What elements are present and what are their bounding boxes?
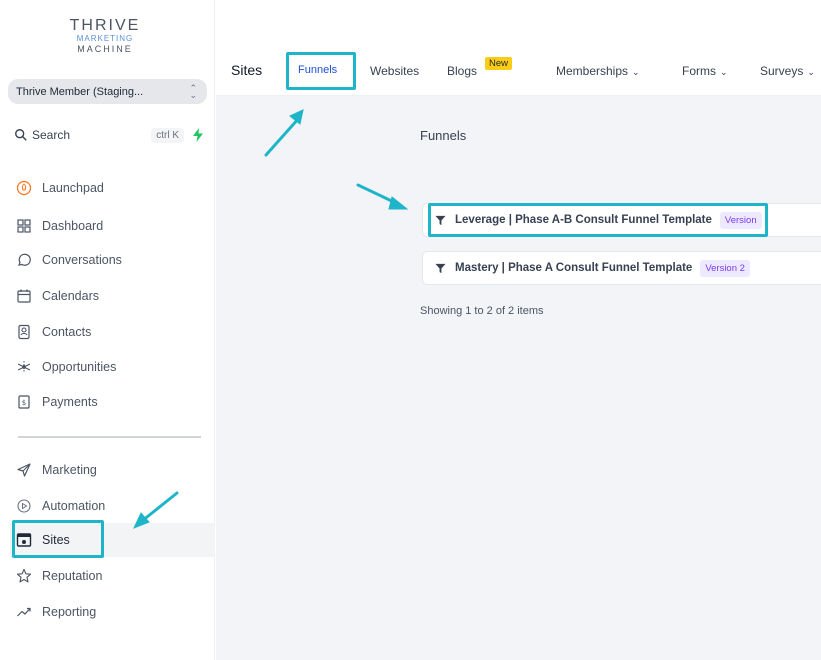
section-title-sites: Sites (231, 62, 263, 78)
sidebar-item-label: Automation (42, 499, 106, 513)
tab-label: Forms (682, 64, 716, 78)
funnel-row-highlight-box (428, 203, 768, 237)
tab-memberships[interactable]: Memberships ⌄ (556, 64, 640, 78)
calendar-icon (17, 289, 31, 303)
chat-bubble-icon (18, 253, 31, 266)
sidebar-item-reputation[interactable]: Reputation (10, 560, 210, 592)
sidebar-item-label: Launchpad (42, 181, 104, 195)
search-shortcut: ctrl K (151, 127, 184, 143)
tab-forms[interactable]: Forms ⌄ (682, 64, 728, 78)
svg-text:$: $ (22, 399, 26, 407)
dollar-doc-icon: $ (18, 395, 30, 409)
sidebar-item-opportunities[interactable]: Opportunities (10, 351, 210, 383)
updown-chevron-icon: ⌃ ⌄ (189, 82, 197, 100)
trend-line-icon (17, 607, 31, 617)
sidebar-item-reporting[interactable]: Reporting (10, 596, 210, 628)
network-icon (17, 361, 31, 373)
sidebar-item-launchpad[interactable]: Launchpad (10, 172, 210, 204)
sidebar-item-label: Calendars (42, 289, 99, 303)
funnel-row[interactable]: Mastery | Phase A Consult Funnel Templat… (422, 251, 821, 285)
rocket-icon (16, 180, 32, 196)
sites-highlight-box (12, 520, 104, 558)
send-icon (17, 463, 31, 477)
sidebar-item-label: Opportunities (42, 360, 117, 374)
tab-blogs[interactable]: Blogs (447, 64, 477, 78)
chevron-down-icon: ⌄ (720, 67, 728, 77)
sidebar-item-label: Conversations (42, 253, 122, 267)
search-label: Search (32, 128, 71, 142)
account-name: Thrive Member (Staging... (16, 85, 144, 98)
brand-line-1: THRIVE (69, 17, 141, 34)
sidebar-item-label: Contacts (42, 325, 92, 339)
chevron-down-icon: ⌄ (807, 67, 815, 77)
sidebar-item-label: Reporting (42, 605, 97, 619)
sidebar-item-automation[interactable]: Automation (10, 490, 210, 522)
sidebar-item-label: Marketing (42, 463, 97, 477)
sidebar-item-marketing[interactable]: Marketing (10, 454, 210, 486)
star-icon (16, 568, 32, 583)
sidebar-item-payments[interactable]: $ Payments (10, 386, 210, 418)
tab-websites[interactable]: Websites (370, 64, 419, 78)
brand-line-3: MACHINE (77, 44, 133, 54)
tab-label: Memberships (556, 64, 629, 78)
sidebar-item-label: Reputation (42, 569, 103, 583)
sidebar-item-contacts[interactable]: Contacts (10, 316, 210, 348)
page-title: Funnels (420, 128, 467, 143)
version-badge: Version 2 (700, 259, 750, 277)
pagination-summary: Showing 1 to 2 of 2 items (420, 305, 544, 317)
sidebar-item-label: Dashboard (42, 219, 104, 233)
account-switcher[interactable]: Thrive Member (Staging... ⌃ ⌄ (8, 79, 207, 104)
brand-line-2: MARKETING (76, 34, 134, 43)
grid-icon (17, 219, 31, 233)
sidebar-item-dashboard[interactable]: Dashboard (10, 210, 210, 242)
sidebar-item-calendars[interactable]: Calendars (10, 280, 210, 312)
funnels-tab-highlight-box (286, 52, 356, 90)
sidebar-item-conversations[interactable]: Conversations (10, 244, 210, 276)
funnel-icon (435, 263, 446, 273)
chevron-down-icon: ⌄ (632, 67, 640, 77)
new-badge: New (485, 57, 513, 70)
tab-label: Surveys (760, 64, 804, 78)
brand-logo[interactable]: THRIVE MARKETING MACHINE (30, 18, 180, 55)
main-content (216, 96, 821, 660)
sidebar-item-label: Payments (42, 395, 98, 409)
lightning-bolt-icon[interactable] (192, 128, 204, 142)
automation-icon (17, 499, 31, 513)
funnel-name: Mastery | Phase A Consult Funnel Templat… (455, 262, 693, 274)
search-icon (15, 129, 27, 141)
search-button[interactable]: Search ctrl K (14, 124, 204, 146)
contact-book-icon (18, 324, 30, 340)
sidebar-divider (18, 436, 201, 438)
tab-surveys[interactable]: Surveys ⌄ (760, 64, 815, 78)
